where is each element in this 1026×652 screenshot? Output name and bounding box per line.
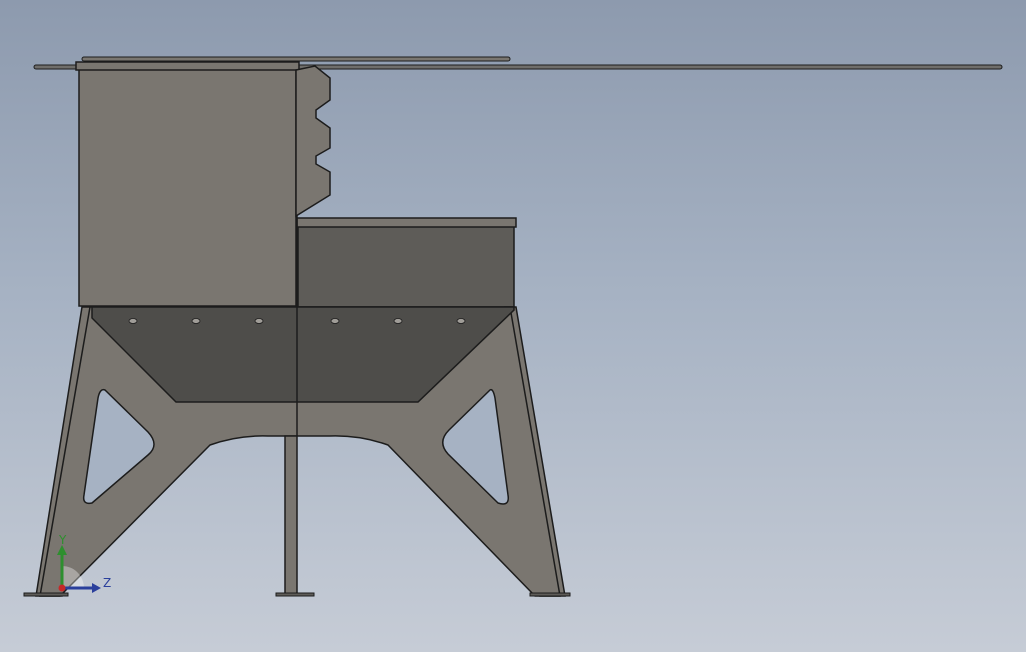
cad-viewport[interactable]: Y Z xyxy=(0,0,1026,652)
grill-box[interactable] xyxy=(296,217,517,308)
axis-z-label: Z xyxy=(103,576,112,590)
axis-y-label: Y xyxy=(59,533,67,547)
slotted-bracket[interactable] xyxy=(295,65,331,218)
smoker-box[interactable] xyxy=(75,61,300,307)
grill-stand-model[interactable] xyxy=(0,0,1026,652)
